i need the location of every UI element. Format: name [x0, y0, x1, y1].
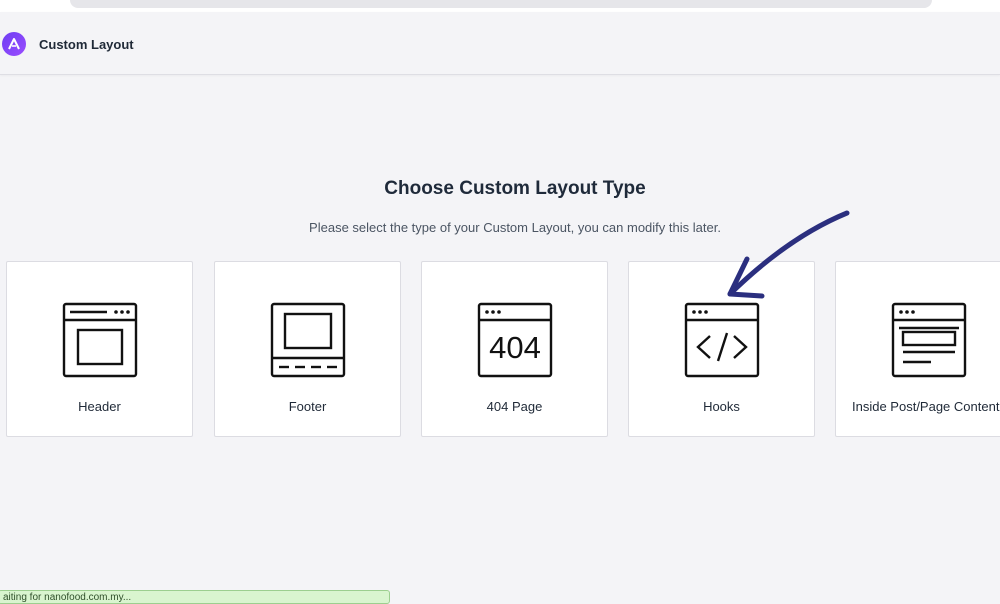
top-bar: Custom Layout: [0, 12, 1000, 75]
page-title: Choose Custom Layout Type: [384, 178, 646, 199]
404-page-icon: 404: [477, 302, 553, 378]
layout-card-hooks[interactable]: Hooks: [628, 261, 815, 437]
inside-content-icon: [891, 302, 967, 378]
header-layout-icon: [62, 302, 138, 378]
card-label: 404 Page: [486, 399, 543, 414]
layout-card-footer[interactable]: Footer: [214, 261, 401, 437]
404-icon-text: 404: [489, 330, 541, 365]
layout-card-inside-content[interactable]: Inside Post/Page Content: [835, 261, 1000, 437]
astra-logo-icon: [2, 32, 26, 56]
app-title: Custom Layout: [39, 37, 134, 52]
card-label: Header: [78, 399, 121, 414]
code-hooks-icon: [684, 302, 760, 378]
card-label: Hooks: [703, 399, 740, 414]
layout-card-header[interactable]: Header: [6, 261, 193, 437]
footer-layout-icon: [270, 302, 346, 378]
card-label: Inside Post/Page Content: [852, 399, 1000, 414]
layout-card-404-page[interactable]: 404 404 Page: [421, 261, 608, 437]
card-label: Footer: [288, 399, 327, 414]
address-bar[interactable]: [70, 0, 932, 8]
status-bar: aiting for nanofood.com.my...: [0, 590, 390, 604]
page-subtitle: Please select the type of your Custom La…: [309, 220, 721, 235]
